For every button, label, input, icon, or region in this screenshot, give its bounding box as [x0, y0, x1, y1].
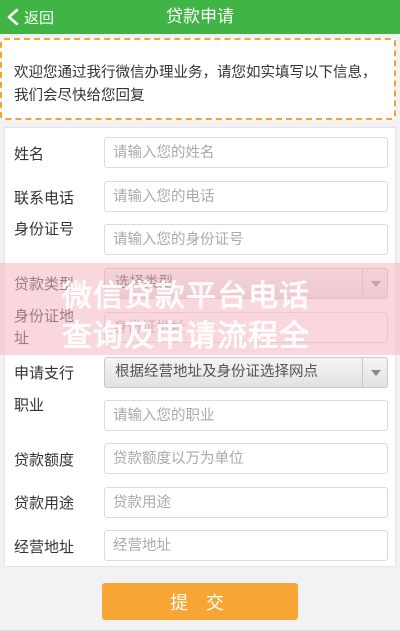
name-input[interactable]: [104, 137, 388, 168]
loan-type-label: 贷款类型: [14, 275, 75, 293]
business-address-input[interactable]: [104, 530, 388, 561]
dropdown-arrow-icon: [362, 269, 387, 298]
id-address-label: 身份证地址: [14, 307, 75, 347]
dropdown-arrow-icon: [362, 358, 387, 387]
loan-application-form: 姓名 联系电话 身份证号 贷款类型 选择类型 身份证地址 申请支行 根据经营地址…: [4, 127, 396, 567]
amount-input[interactable]: [104, 443, 388, 474]
submit-button[interactable]: 提 交: [102, 583, 298, 620]
page-title: 贷款申请: [166, 7, 234, 27]
purpose-label: 贷款用途: [14, 494, 75, 512]
loan-type-select[interactable]: 选择类型: [104, 268, 388, 299]
occupation-label: 职业: [14, 396, 45, 414]
amount-label: 贷款额度: [14, 451, 75, 469]
id-address-input[interactable]: [104, 312, 388, 343]
loan-type-selected: 选择类型: [115, 275, 173, 291]
welcome-notice: 欢迎您通过我行微信办理业务，请您如实填写以下信息，我们会尽快给您回复: [0, 38, 396, 120]
branch-label: 申请支行: [14, 364, 75, 382]
phone-label: 联系电话: [14, 189, 75, 207]
branch-selected: 根据经营地址及身份证选择网点: [115, 364, 318, 380]
phone-input[interactable]: [104, 181, 388, 212]
purpose-input[interactable]: [104, 487, 388, 518]
business-address-label: 经营地址: [14, 538, 75, 556]
name-label: 姓名: [14, 145, 45, 163]
id-number-label: 身份证号: [14, 220, 75, 238]
occupation-input[interactable]: [104, 400, 388, 431]
branch-select[interactable]: 根据经营地址及身份证选择网点: [104, 357, 388, 388]
id-number-input[interactable]: [104, 224, 388, 255]
app-header: 返回 贷款申请: [0, 0, 400, 34]
